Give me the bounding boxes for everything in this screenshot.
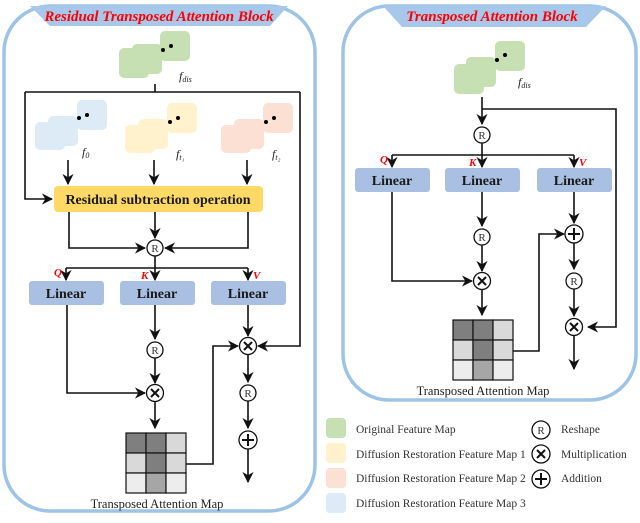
attention-map-caption-right: Transposed Attention Map <box>417 384 550 398</box>
legend-swatch-yellow <box>326 443 346 463</box>
addition-op-r1 <box>564 224 584 244</box>
feature-label-ft1: ft₁ <box>176 147 185 162</box>
attention-map-cell <box>145 432 167 454</box>
input-feature-label: fdis <box>179 69 192 84</box>
legend-reshape-icon: R <box>531 420 551 440</box>
attention-map-left <box>125 432 187 494</box>
multiplication-op-1 <box>145 383 165 403</box>
attention-map-cell <box>125 472 147 494</box>
attention-map-cell <box>452 319 474 341</box>
svg-text:Linear: Linear <box>462 174 502 189</box>
attention-map-cell <box>165 432 187 454</box>
attention-map-cell <box>472 339 494 361</box>
reshape-op-1: R <box>146 239 164 257</box>
feature-label-ft2: ft₂ <box>272 147 281 162</box>
svg-text:Linear: Linear <box>137 287 177 302</box>
reshape-op-r2: R <box>473 228 491 246</box>
input-feature-stack-right <box>454 41 525 94</box>
svg-text:R: R <box>537 425 545 437</box>
attention-map-cell <box>145 452 167 474</box>
v-label: V <box>253 270 262 282</box>
attention-map-cell <box>472 359 494 381</box>
svg-text:Linear: Linear <box>372 174 412 189</box>
reshape-op-3: R <box>239 384 257 402</box>
attention-map-cell <box>165 452 187 474</box>
attention-map-right <box>452 319 514 381</box>
attention-map-cell <box>492 359 514 381</box>
q-label-right: Q <box>380 154 388 166</box>
attention-map-cell <box>452 359 474 381</box>
legend-label-reshape: Reshape <box>561 424 600 436</box>
svg-text:Linear: Linear <box>46 287 86 302</box>
feature-stack-f0 <box>35 100 107 150</box>
reshape-op-r3: R <box>565 272 583 290</box>
legend-label-drfm1: Diffusion Restoration Feature Map 1 <box>356 449 526 461</box>
input-feature-label-right: fdis <box>518 75 531 90</box>
reshape-op-2: R <box>146 341 164 359</box>
legend-multiplication-icon <box>531 444 551 464</box>
svg-text:Linear: Linear <box>228 287 268 302</box>
svg-text:R: R <box>151 345 159 357</box>
left-block-title: Residual Transposed Attention Block <box>43 9 274 25</box>
reshape-op-r1: R <box>473 126 491 144</box>
diagram-svg: Residual Transposed Attention Block fdis… <box>2 4 638 513</box>
legend-label-drfm2: Diffusion Restoration Feature Map 2 <box>356 473 526 485</box>
attention-map-cell <box>125 452 147 474</box>
attention-map-caption-left: Transposed Attention Map <box>91 497 224 511</box>
q-label: Q <box>54 267 62 279</box>
svg-text:R: R <box>151 243 159 255</box>
svg-text:R: R <box>570 276 578 288</box>
legend-label-addition: Addition <box>561 473 602 485</box>
attention-map-cell <box>472 319 494 341</box>
diagram-canvas: Residual Transposed Attention Block fdis… <box>0 0 640 523</box>
k-label: K <box>140 270 149 282</box>
legend-label-original: Original Feature Map <box>356 424 456 436</box>
multiplication-op-r2 <box>564 317 584 337</box>
attention-map-cell <box>125 432 147 454</box>
attention-map-cell <box>145 472 167 494</box>
right-block: Transposed Attention Block fdis R Q K V … <box>341 4 638 402</box>
residual-subtraction-label: Residual subtraction operation <box>65 193 250 208</box>
k-label-right: K <box>468 157 477 169</box>
multiplication-op-r1 <box>472 271 492 291</box>
feature-label-f0: f0 <box>82 145 89 160</box>
multiplication-op-2 <box>238 336 258 356</box>
legend-swatch-green <box>326 418 346 438</box>
svg-text:R: R <box>478 232 486 244</box>
legend-label-multiplication: Multiplication <box>561 449 627 461</box>
feature-stack-ft1 <box>125 103 197 153</box>
attention-map-cell <box>165 472 187 494</box>
attention-map-cell <box>492 319 514 341</box>
feature-stack-ft2 <box>221 103 293 153</box>
left-block: Residual Transposed Attention Block fdis… <box>2 4 317 513</box>
svg-text:R: R <box>244 388 252 400</box>
attention-map-cell <box>452 339 474 361</box>
legend-swatch-blue <box>326 493 346 513</box>
svg-text:R: R <box>478 130 486 142</box>
right-block-title: Transposed Attention Block <box>406 9 578 25</box>
v-label-right: V <box>579 157 588 169</box>
legend: Original Feature Map Diffusion Restorati… <box>326 418 627 513</box>
legend-swatch-salmon <box>326 468 346 488</box>
legend-addition-icon <box>531 469 551 489</box>
addition-op-1 <box>238 430 258 450</box>
attention-map-cell <box>492 339 514 361</box>
legend-label-drfm3: Diffusion Restoration Feature Map 3 <box>356 498 526 510</box>
svg-text:Linear: Linear <box>554 174 594 189</box>
